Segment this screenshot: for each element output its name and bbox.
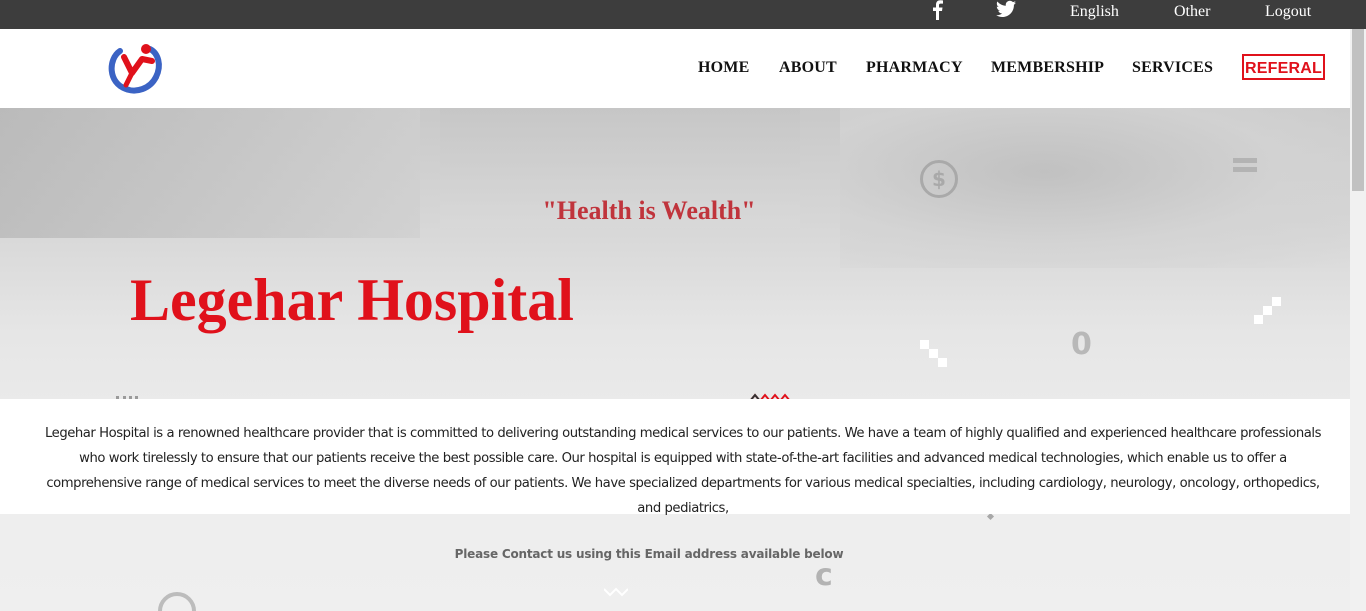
c-glyph-icon: c — [815, 558, 833, 593]
main-navbar: HOME ABOUT PHARMACY MEMBERSHIP SERVICES … — [0, 29, 1350, 108]
nav-services[interactable]: SERVICES — [1132, 59, 1213, 77]
hero-section: "Health is Wealth" Legehar Hospital — [0, 108, 1350, 611]
hero-title: Legehar Hospital — [130, 267, 574, 333]
zero-glyph-icon: 0 — [1071, 327, 1092, 362]
pixel-squares-icon — [1263, 306, 1272, 315]
nav-referal[interactable]: REFERAL — [1242, 54, 1325, 80]
nav-home[interactable]: HOME — [698, 59, 749, 77]
top-bar: English Other Logout — [0, 0, 1366, 29]
twitter-icon[interactable] — [996, 0, 1016, 29]
nav-membership[interactable]: MEMBERSHIP — [991, 59, 1104, 77]
pixel-squares-icon — [920, 340, 929, 349]
hero-background-shade — [840, 108, 1350, 268]
dollar-icon: $ — [920, 160, 958, 198]
page-scrollbar[interactable] — [1350, 29, 1366, 611]
other-link[interactable]: Other — [1174, 0, 1210, 29]
hospital-logo-icon[interactable] — [106, 39, 164, 95]
logout-link[interactable]: Logout — [1265, 0, 1311, 29]
contact-note: Please Contact us using this Email addre… — [454, 547, 844, 561]
zigzag-icon — [749, 388, 794, 403]
about-paragraph: Legehar Hospital is a renowned healthcar… — [44, 426, 1321, 516]
zigzag-icon — [603, 582, 629, 597]
equals-icon — [1233, 158, 1257, 172]
nav-about[interactable]: ABOUT — [779, 59, 837, 77]
hero-tagline: "Health is Wealth" — [542, 196, 756, 225]
scrollbar-thumb[interactable] — [1352, 29, 1364, 191]
about-panel: Legehar Hospital is a renowned healthcar… — [0, 399, 1366, 516]
facebook-icon[interactable] — [930, 0, 944, 29]
language-link[interactable]: English — [1070, 0, 1119, 29]
nav-pharmacy[interactable]: PHARMACY — [866, 59, 963, 77]
